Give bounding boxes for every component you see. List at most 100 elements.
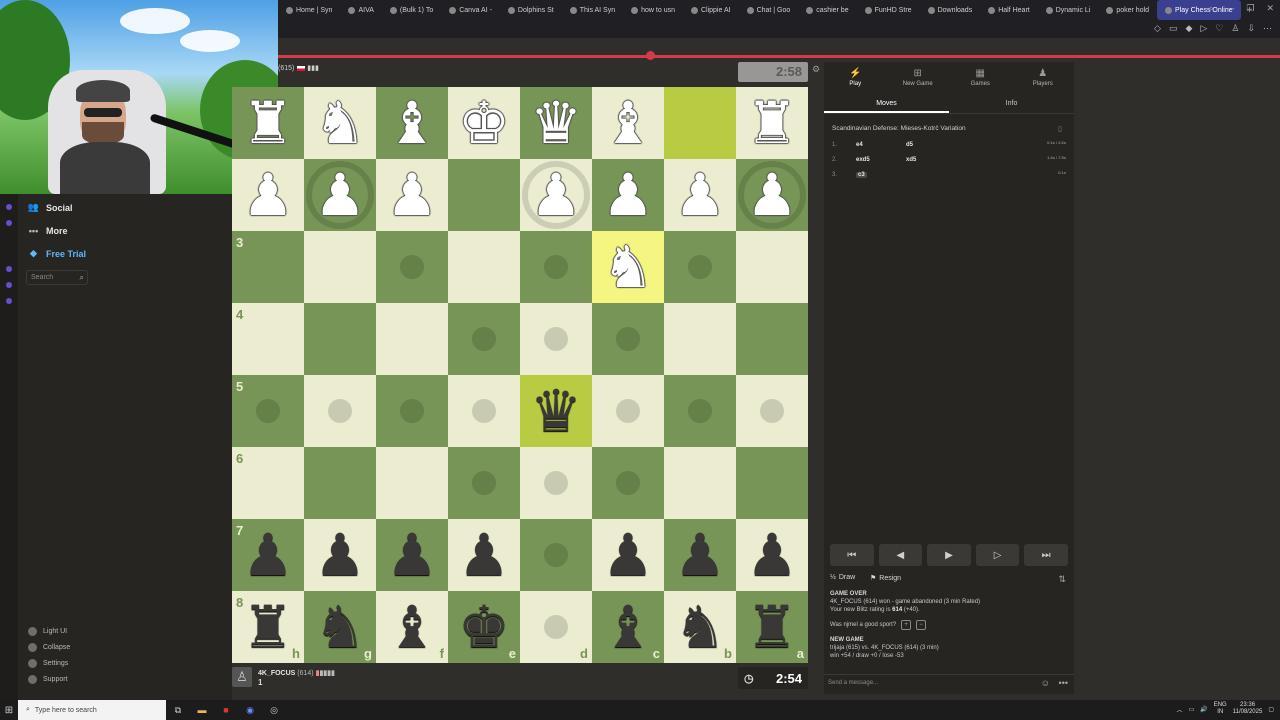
nav-dot-icon[interactable] [6,204,12,210]
black-bishop-icon[interactable]: ♝ [376,591,448,663]
opening-name[interactable]: Scandinavian Defense: Mieses-Kotrč Varia… [832,125,966,132]
chat-message-input[interactable]: Send a message... ☺ ••• [824,674,1074,692]
obs-icon[interactable]: ◎ [262,700,286,720]
avatar[interactable]: ♙ [232,667,252,687]
white-pawn-icon[interactable]: ♟ [592,159,664,231]
board-square[interactable]: g ♞ [304,591,376,663]
browser-tab[interactable]: Canva AI - [441,0,500,20]
black-move[interactable]: xd5 [906,157,916,163]
browser-tab[interactable]: cashier be [798,0,856,20]
minimize-icon[interactable]: — [1225,3,1234,14]
sidebar-item-more[interactable]: ••• More [28,225,68,236]
black-knight-icon[interactable]: ♞ [664,591,736,663]
board-square[interactable] [664,231,736,303]
browser-tab[interactable]: Home | Syn [278,0,340,20]
move-hint-dot[interactable] [472,399,496,423]
board-square[interactable]: ♟ [592,519,664,591]
board-square[interactable] [376,231,448,303]
board-square[interactable]: ♟ [736,519,808,591]
user-icon[interactable]: ♙ [1231,23,1239,34]
volume-icon[interactable]: 🔊 [1200,706,1207,713]
white-pawn-icon[interactable]: ♟ [304,159,376,231]
board-square[interactable] [448,375,520,447]
black-queen-icon[interactable]: ♛ [520,375,592,447]
move-hint-dot[interactable] [544,471,568,495]
black-pawn-icon[interactable]: ♟ [664,519,736,591]
board-square[interactable] [520,303,592,375]
browser-tab[interactable]: poker hold [1098,0,1157,20]
black-pawn-icon[interactable]: ♟ [232,519,304,591]
board-settings-icon[interactable]: ⚙ [812,64,820,75]
black-pawn-icon[interactable]: ♟ [448,519,520,591]
start-icon[interactable]: ⊞ [0,700,18,720]
board-square[interactable]: 3 [232,231,304,303]
resign-button[interactable]: ⚑ Resign [870,574,901,583]
search-icon[interactable]: ⌕ [80,273,84,283]
board-square[interactable]: ♟ [376,159,448,231]
notifications-icon[interactable]: ▢ [1268,706,1274,713]
white-pawn-icon[interactable]: ♟ [520,159,592,231]
first-move-button[interactable]: ⏮ [830,544,874,566]
black-pawn-icon[interactable]: ♟ [592,519,664,591]
file-explorer-icon[interactable]: ▬ [190,700,214,720]
browser-tab[interactable]: Half Heart [980,0,1038,20]
board-square[interactable]: 8 h ♜ [232,591,304,663]
board-square[interactable]: b ♞ [664,591,736,663]
sidebar-item-social[interactable]: 👥 Social [28,202,73,213]
book-icon[interactable]: ▯ [1058,125,1062,133]
nav-dot-icon[interactable] [6,298,12,304]
board-square[interactable]: ♚ [448,87,520,159]
tab-play[interactable]: ⚡ Play [824,62,887,92]
browser-tab[interactable]: FunHD Stre [857,0,920,20]
nav-dot-icon[interactable] [6,266,12,272]
more-options-icon[interactable]: ••• [1059,678,1068,688]
board-square[interactable] [520,447,592,519]
white-bishop-icon[interactable]: ♝ [592,87,664,159]
board-square[interactable]: ♟ [232,159,304,231]
browser-icon[interactable]: ◉ [238,700,262,720]
chess-board[interactable]: ♜ ♞ ♝ ♚ ♛ ♝ ♜ ♟ ♟ ♟ ♟ ♟ ♟ ♟ 3 ♞ 4 5 ♛ 6 7 ♟ ♟ ♟ ♟ ♟ ♟ ♟ 8 h ♜ g ♞ f ♝ e ♚ d c ♝… [232,87,808,663]
board-square[interactable] [448,303,520,375]
move-hint-dot[interactable] [760,399,784,423]
board-square[interactable] [592,447,664,519]
board-square[interactable] [736,447,808,519]
white-pawn-icon[interactable]: ♟ [232,159,304,231]
white-bishop-icon[interactable]: ♝ [376,87,448,159]
move-hint-dot[interactable] [328,399,352,423]
next-move-button[interactable]: ▷ [975,544,1020,566]
board-square[interactable]: ♝ [592,87,664,159]
favorite-icon[interactable]: ♡ [1215,23,1223,34]
board-square[interactable] [664,87,736,159]
browser-tab[interactable]: This AI Syn [562,0,623,20]
board-square[interactable]: ♛ [520,87,592,159]
board-square[interactable] [592,303,664,375]
browser-tab[interactable]: AIVA [340,0,381,20]
download-icon[interactable]: ⇩ [1247,23,1255,34]
player-name[interactable]: 4K_FOCUS (614) ▮▮▮▮▮ [258,669,335,677]
board-square[interactable]: 4 [232,303,304,375]
black-pawn-icon[interactable]: ♟ [736,519,808,591]
board-square[interactable]: ♛ [520,375,592,447]
sidebar-light-ui[interactable]: Light UI [28,627,67,636]
board-square[interactable]: 5 [232,375,304,447]
move-hint-dot[interactable] [616,471,640,495]
board-square[interactable]: ♟ [592,159,664,231]
move-hint-dot[interactable] [616,327,640,351]
white-pawn-icon[interactable]: ♟ [736,159,808,231]
board-square[interactable] [448,447,520,519]
move-hint-dot[interactable] [400,399,424,423]
board-square[interactable] [376,303,448,375]
board-square[interactable] [736,375,808,447]
board-square[interactable] [520,231,592,303]
board-square[interactable]: ♟ [736,159,808,231]
bookmark-icon[interactable]: ◇ [1154,23,1161,34]
board-square[interactable] [304,375,376,447]
white-pawn-icon[interactable]: ♟ [376,159,448,231]
tray-chevron-icon[interactable]: ︿ [1177,705,1183,714]
black-knight-icon[interactable]: ♞ [304,591,376,663]
white-knight-icon[interactable]: ♞ [304,87,376,159]
tab-info[interactable]: Info [949,96,1074,113]
board-square[interactable]: ♟ [304,519,376,591]
board-square[interactable] [664,375,736,447]
white-rook-icon[interactable]: ♜ [736,87,808,159]
